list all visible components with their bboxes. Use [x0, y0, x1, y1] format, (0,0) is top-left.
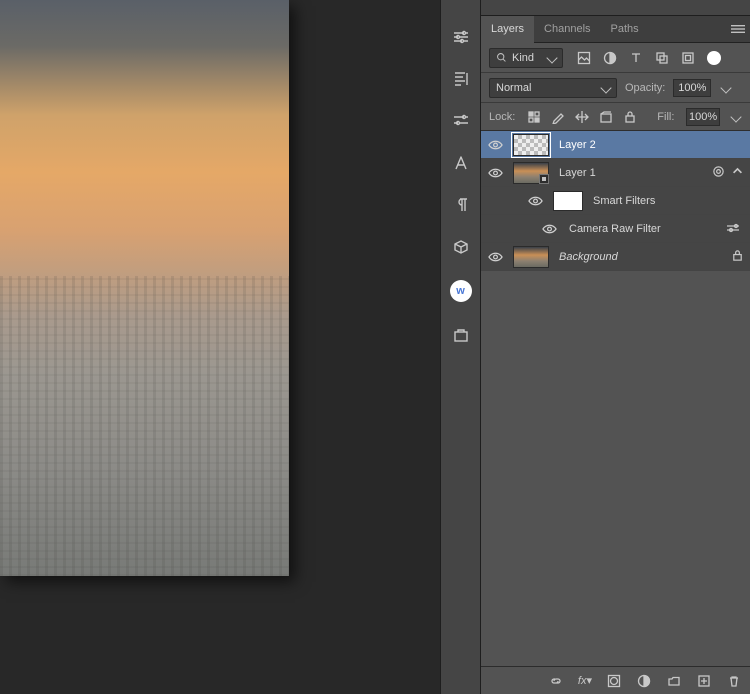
lock-transparency-icon[interactable]: [527, 109, 541, 125]
collapsed-panel-strip: w: [440, 0, 481, 694]
character-panel-icon[interactable]: [452, 154, 470, 172]
filter-shape-icon[interactable]: [655, 51, 669, 65]
layer-mask-icon[interactable]: [606, 673, 622, 689]
visibility-toggle[interactable]: [541, 221, 557, 237]
filter-blend-options-icon[interactable]: [726, 222, 744, 236]
lock-fill-bar: Lock: Fill: 100%: [481, 103, 750, 131]
lock-pixels-icon[interactable]: [551, 109, 565, 125]
properties-panel-icon[interactable]: [452, 112, 470, 130]
layers-list: Layer 2 Layer 1: [481, 131, 750, 666]
opacity-value[interactable]: 100%: [673, 79, 711, 97]
layer-row-layer1[interactable]: Layer 1: [481, 159, 750, 187]
filter-kind-select[interactable]: Kind: [489, 48, 563, 68]
layers-panel: Layers Channels Paths Kind: [481, 0, 750, 694]
filter-name[interactable]: Camera Raw Filter: [569, 223, 661, 235]
document-image[interactable]: [0, 0, 289, 576]
blend-opacity-bar: Normal Opacity: 100%: [481, 73, 750, 103]
expand-collapse-icon[interactable]: [731, 165, 744, 181]
layer-name[interactable]: Layer 1: [559, 167, 596, 179]
tab-layers[interactable]: Layers: [481, 16, 534, 43]
3d-panel-icon[interactable]: [452, 238, 470, 256]
lock-label: Lock:: [489, 111, 515, 123]
layer-row-layer2[interactable]: Layer 2: [481, 131, 750, 159]
smart-filter-visibility-icon[interactable]: [712, 165, 725, 181]
group-layers-icon[interactable]: [666, 673, 682, 689]
lock-icon[interactable]: [731, 249, 744, 265]
libraries-panel-icon[interactable]: [452, 326, 470, 344]
filter-toggle-switch[interactable]: [707, 51, 721, 65]
lock-all-icon[interactable]: [623, 109, 637, 125]
paragraph-styles-icon[interactable]: [452, 70, 470, 88]
delete-layer-icon[interactable]: [726, 673, 742, 689]
fill-value[interactable]: 100%: [686, 108, 719, 126]
layer-thumbnail[interactable]: [513, 246, 549, 268]
smart-object-badge: [539, 174, 549, 184]
tab-channels[interactable]: Channels: [534, 16, 600, 43]
w-label: w: [456, 285, 465, 297]
smart-filters-label: Smart Filters: [593, 195, 655, 207]
lock-position-icon[interactable]: [575, 109, 589, 125]
layer-filter-bar: Kind: [481, 43, 750, 73]
adjustment-layer-icon[interactable]: [636, 673, 652, 689]
filter-adjustment-icon[interactable]: [603, 51, 617, 65]
layer-row-camera-raw-filter[interactable]: Camera Raw Filter: [481, 215, 750, 243]
layer-row-smart-filters[interactable]: Smart Filters: [481, 187, 750, 215]
opacity-label[interactable]: Opacity:: [625, 82, 665, 94]
filter-smartobject-icon[interactable]: [681, 51, 695, 65]
layer-thumbnail[interactable]: [513, 162, 549, 184]
opacity-dropdown-icon[interactable]: [719, 79, 733, 97]
filter-kind-label: Kind: [512, 52, 534, 64]
adjustments-panel-icon[interactable]: [452, 28, 470, 46]
layer-thumbnail[interactable]: [513, 134, 549, 156]
filter-mask-thumbnail[interactable]: [553, 191, 583, 211]
layers-panel-footer: fx▾: [481, 666, 750, 694]
panel-tabs: Layers Channels Paths: [481, 16, 750, 43]
filter-type-icon[interactable]: [629, 51, 643, 65]
blend-mode-select[interactable]: Normal: [489, 78, 617, 98]
visibility-toggle[interactable]: [487, 249, 503, 265]
layer-style-icon[interactable]: fx▾: [578, 674, 592, 687]
visibility-toggle[interactable]: [487, 165, 503, 181]
blend-mode-value: Normal: [496, 82, 531, 94]
paragraph-panel-icon[interactable]: [452, 196, 470, 214]
creative-cloud-icon[interactable]: w: [450, 280, 472, 302]
visibility-toggle[interactable]: [527, 193, 543, 209]
layer-name[interactable]: Layer 2: [559, 139, 596, 151]
new-layer-icon[interactable]: [696, 673, 712, 689]
lock-artboard-icon[interactable]: [599, 109, 613, 125]
layer-name[interactable]: Background: [559, 251, 618, 263]
fill-label[interactable]: Fill:: [657, 111, 674, 123]
filter-pixel-icon[interactable]: [577, 51, 591, 65]
panel-menu-icon[interactable]: [730, 16, 746, 43]
layer-row-background[interactable]: Background: [481, 243, 750, 271]
link-layers-icon[interactable]: [548, 673, 564, 689]
tab-paths[interactable]: Paths: [601, 16, 649, 43]
fill-dropdown-icon[interactable]: [730, 108, 742, 126]
visibility-toggle[interactable]: [487, 137, 503, 153]
canvas-area[interactable]: [0, 0, 440, 694]
